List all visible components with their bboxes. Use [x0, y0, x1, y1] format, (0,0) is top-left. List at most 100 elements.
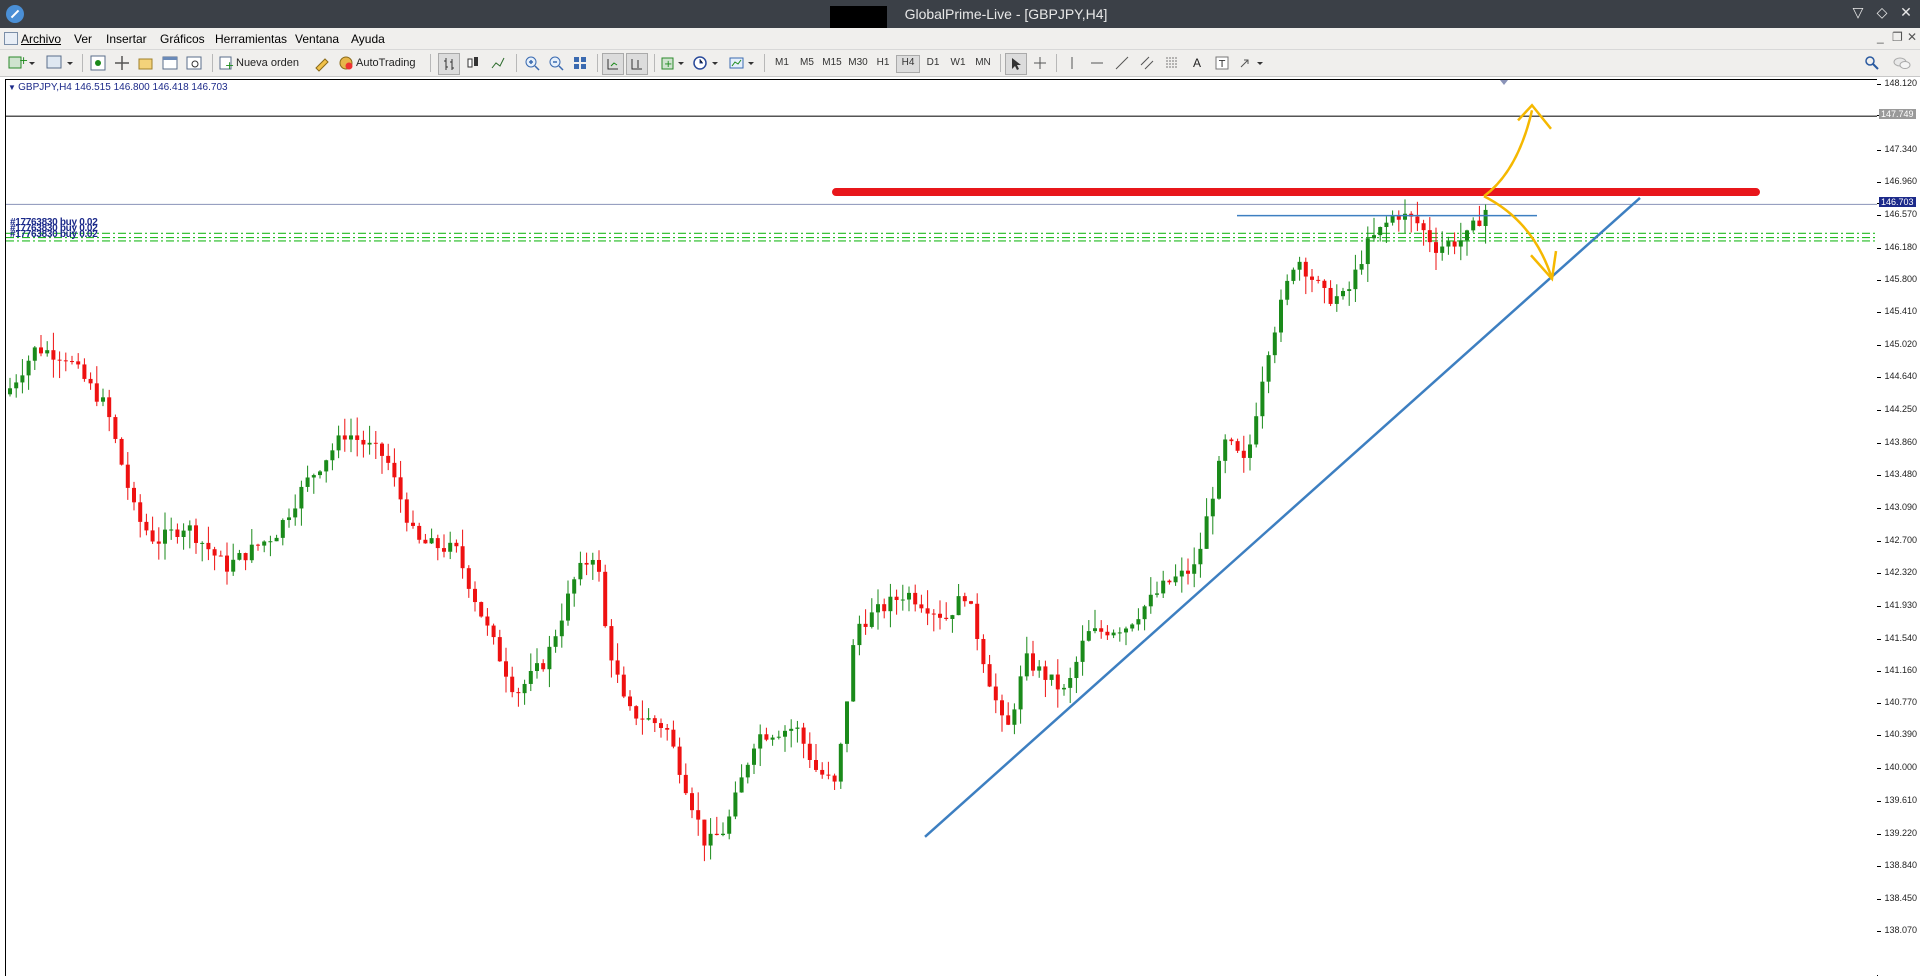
trendline-icon[interactable] — [1112, 53, 1132, 73]
candle-bullish — [1161, 580, 1166, 594]
auto-scroll-icon[interactable] — [602, 53, 624, 75]
chart-shift-icon[interactable] — [626, 53, 648, 75]
candle-bearish — [1229, 439, 1234, 442]
autotrading-button[interactable]: AutoTrading — [338, 53, 422, 73]
minimize-icon[interactable]: ▽ — [1848, 4, 1868, 21]
candle-bullish — [1173, 576, 1178, 583]
crosshair-icon[interactable] — [1030, 53, 1050, 73]
timeframe-m30[interactable]: M30 — [847, 55, 869, 71]
timeframe-w1[interactable]: W1 — [947, 55, 969, 71]
candle-bullish — [1024, 653, 1029, 677]
price-tick-mark — [1877, 345, 1881, 347]
data-window-icon[interactable] — [112, 53, 132, 73]
candle-bearish — [361, 439, 366, 445]
menu-herramientas[interactable]: Herramientas — [215, 32, 287, 46]
menu-ayuda[interactable]: Ayuda — [351, 32, 385, 46]
menu-ver[interactable]: Ver — [74, 32, 92, 46]
line-chart-icon[interactable] — [488, 53, 508, 73]
text-label-icon[interactable]: T — [1212, 53, 1232, 73]
price-tick-mark — [1877, 572, 1881, 574]
candle-bearish — [714, 833, 719, 836]
menu-ventana[interactable]: Ventana — [295, 32, 339, 46]
price-tick-mark — [1877, 898, 1881, 900]
price-axis[interactable]: 148.120 147.749 147.340 146.960 146.703 146.5… — [1877, 78, 1920, 975]
candle-bullish — [311, 475, 316, 478]
timeframe-m15[interactable]: M15 — [821, 55, 843, 71]
timeframe-m5[interactable]: M5 — [796, 55, 818, 71]
zoom-out-icon[interactable] — [546, 53, 566, 73]
tile-windows-icon[interactable] — [570, 53, 590, 73]
timeframe-d1[interactable]: D1 — [922, 55, 944, 71]
child-close-icon[interactable]: ✕ — [1907, 30, 1917, 44]
strategy-tester-icon[interactable] — [184, 53, 204, 73]
timeframe-mn[interactable]: MN — [972, 55, 994, 71]
candle-bullish — [1365, 238, 1370, 265]
cursor-icon[interactable] — [1005, 53, 1027, 75]
candle-bearish — [1421, 223, 1426, 231]
child-minimize-icon[interactable]: _ — [1877, 30, 1884, 44]
candle-bullish — [578, 562, 583, 580]
periods-button[interactable] — [692, 53, 720, 73]
new-order-button[interactable]: + Nueva orden — [218, 53, 304, 73]
terminal-icon[interactable] — [160, 53, 180, 73]
candle-bearish — [63, 360, 68, 362]
candle-bearish — [373, 442, 378, 444]
price-tick-mark — [1877, 443, 1881, 445]
market-watch-icon[interactable] — [88, 53, 108, 73]
candle-bearish — [243, 553, 248, 561]
candle-bearish — [1434, 242, 1438, 253]
horizontal-line-icon[interactable] — [1087, 53, 1107, 73]
chart-window-icon[interactable] — [4, 32, 18, 45]
symbol-dropdown-icon[interactable]: ▼ — [8, 83, 18, 92]
price-tick-mark — [1877, 214, 1881, 216]
close-icon[interactable]: ✕ — [1896, 4, 1916, 21]
search-icon[interactable] — [1862, 53, 1882, 73]
fibonacci-icon[interactable] — [1162, 53, 1182, 73]
candlestick-icon[interactable] — [463, 53, 483, 73]
price-tick-mark — [1877, 801, 1881, 803]
maximize-icon[interactable]: ◇ — [1872, 4, 1892, 21]
candle-bearish — [913, 592, 918, 605]
candle-bullish — [14, 382, 19, 389]
zoom-in-icon[interactable] — [522, 53, 542, 73]
equidistant-channel-icon[interactable] — [1137, 53, 1157, 73]
timeframe-h1[interactable]: H1 — [872, 55, 894, 71]
indicators-button[interactable]: + — [660, 53, 686, 73]
menu-archivo[interactable]: Archivo — [21, 32, 61, 46]
metaeditor-icon[interactable] — [312, 53, 332, 73]
new-chart-button[interactable]: + — [6, 53, 36, 73]
text-icon[interactable]: A — [1187, 53, 1207, 73]
candle-bullish — [336, 435, 341, 451]
candle-bullish — [1353, 269, 1358, 290]
price-tick-label: 143.860 — [1884, 437, 1917, 448]
candle-bullish — [907, 592, 911, 600]
price-tick-label: 139.220 — [1884, 828, 1917, 839]
candle-bullish — [1403, 213, 1407, 220]
candle-bearish — [690, 793, 694, 811]
candle-bullish — [163, 529, 167, 544]
arrows-button[interactable] — [1238, 53, 1266, 73]
candle-bearish — [621, 674, 626, 697]
chat-icon[interactable] — [1890, 53, 1914, 73]
price-tick-label: 141.160 — [1884, 664, 1917, 675]
candle-bullish — [324, 460, 329, 472]
candle-bearish — [882, 604, 887, 612]
candle-bearish — [938, 613, 942, 618]
bar-chart-icon[interactable] — [438, 53, 460, 75]
menu-graficos[interactable]: Gráficos — [160, 32, 205, 46]
candle-bullish — [1458, 240, 1463, 247]
timeframe-h4[interactable]: H4 — [896, 55, 920, 73]
vertical-line-icon[interactable] — [1062, 53, 1082, 73]
candle-bearish — [125, 464, 130, 488]
menu-insertar[interactable]: Insertar — [106, 32, 147, 46]
profiles-button[interactable] — [44, 53, 74, 73]
candle-bearish — [175, 529, 180, 537]
timeframe-m1[interactable]: M1 — [771, 55, 793, 71]
candle-bearish — [194, 525, 198, 543]
child-restore-icon[interactable]: ❐ — [1892, 30, 1903, 44]
title-bar: GlobalPrime-Live - [GBPJPY,H4] ▽ ◇ ✕ — [0, 0, 1920, 28]
navigator-icon[interactable] — [136, 53, 156, 73]
candle-bearish — [683, 774, 688, 794]
templates-button[interactable] — [728, 53, 756, 73]
chart-plot-area[interactable] — [5, 79, 1878, 976]
